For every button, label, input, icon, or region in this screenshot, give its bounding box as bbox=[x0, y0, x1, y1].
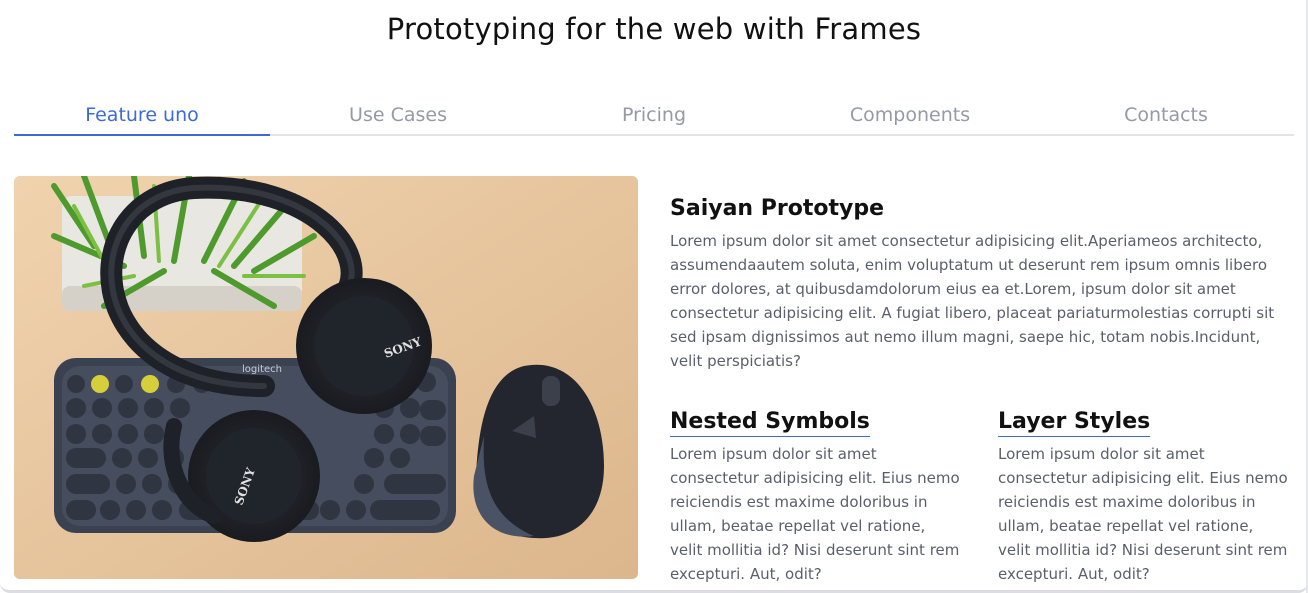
main-body-text: Lorem ipsum dolor sit amet consectetur a… bbox=[670, 232, 1275, 370]
page: Prototyping for the web with Frames Feat… bbox=[0, 0, 1308, 593]
feature-heading-nested-symbols: Nested Symbols bbox=[670, 409, 870, 437]
tab-use-cases[interactable]: Use Cases bbox=[270, 100, 526, 134]
keyboard-brand: logitech bbox=[242, 364, 282, 375]
tab-bar: Feature uno Use Cases Pricing Components… bbox=[14, 100, 1294, 136]
tab-pricing[interactable]: Pricing bbox=[526, 100, 782, 134]
page-title: Prototyping for the web with Frames bbox=[386, 12, 922, 46]
feature-heading-layer-styles: Layer Styles bbox=[998, 409, 1151, 437]
main-heading: Saiyan Prototype bbox=[670, 196, 884, 221]
tab-contacts[interactable]: Contacts bbox=[1038, 100, 1294, 134]
tab-components[interactable]: Components bbox=[782, 100, 1038, 134]
headphones-keyboard-mouse-illustration: logitech SONY SONY bbox=[14, 176, 638, 579]
feature-body-layer-styles: Lorem ipsum dolor sit amet consectetur a… bbox=[998, 445, 1288, 583]
tab-feature-uno[interactable]: Feature uno bbox=[14, 100, 270, 136]
hero-image: logitech SONY SONY bbox=[14, 176, 638, 579]
feature-body-nested-symbols: Lorem ipsum dolor sit amet consectetur a… bbox=[670, 445, 960, 583]
